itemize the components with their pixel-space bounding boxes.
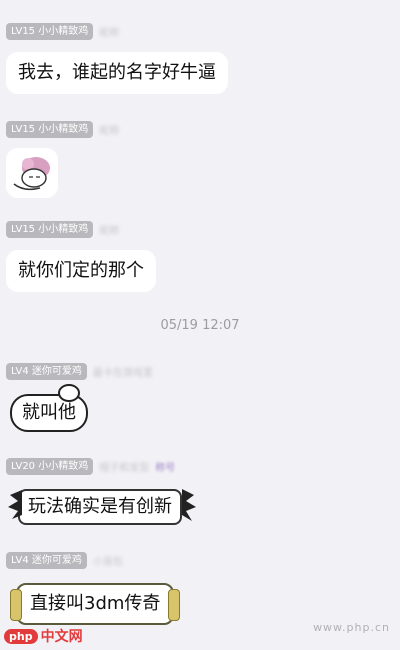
sender-nickname[interactable]: 最卡在游戏里 <box>93 364 153 379</box>
message-bubble[interactable]: 玩法确实是有创新 <box>8 489 196 525</box>
message-text: 直接叫3dm传奇 <box>30 593 161 614</box>
message-text: 玩法确实是有创新 <box>28 496 172 517</box>
cloud-deco-icon <box>58 384 80 402</box>
message-6: LV4 迷你可爱鸡 小笼包 直接叫3dm传奇 <box>6 551 181 625</box>
sender-nickname[interactable]: 小笼包 <box>93 553 123 568</box>
sender-nickname[interactable]: 帽子和发型 <box>99 459 149 474</box>
site-watermark: php 中文网 <box>4 626 83 646</box>
level-badge: LV15 小小精致鸡 <box>6 220 94 238</box>
level-badge: LV4 迷你可爱鸡 <box>6 551 87 569</box>
message-5: LV20 小小精致鸡 帽子和发型 称号 玩法确实是有创新 <box>6 457 196 525</box>
gold-frame-left-icon <box>10 589 22 621</box>
message-4: LV4 迷你可爱鸡 最卡在游戏里 就叫他 <box>6 362 153 432</box>
level-badge: LV15 小小精致鸡 <box>6 22 94 40</box>
sender-nickname[interactable]: 昵称 <box>99 24 119 39</box>
user-title-badge: 称号 <box>155 462 176 474</box>
watermark-text: 中文网 <box>40 629 83 645</box>
chat-timestamp: 05/19 12:07 <box>160 318 240 333</box>
message-3: LV15 小小精致鸡 昵称 就你们定的那个 <box>6 220 156 292</box>
wing-left-icon <box>8 490 22 519</box>
message-1: LV15 小小精致鸡 昵称 我去，谁起的名字好牛逼 <box>6 22 228 94</box>
message-bubble[interactable]: 我去，谁起的名字好牛逼 <box>6 52 228 94</box>
level-badge: LV15 小小精致鸡 <box>6 120 94 138</box>
wing-right-icon <box>182 489 196 521</box>
level-badge: LV4 迷你可爱鸡 <box>6 362 87 380</box>
message-bubble[interactable]: 就叫他 <box>10 384 88 432</box>
gold-frame-right-icon <box>168 589 181 621</box>
message-2: LV15 小小精致鸡 昵称 <box>6 120 119 202</box>
site-watermark-url: www.php.cn <box>313 621 390 634</box>
message-bubble[interactable]: 直接叫3dm传奇 <box>10 583 181 625</box>
sender-nickname[interactable]: 昵称 <box>99 222 119 237</box>
level-badge: LV20 小小精致鸡 <box>6 457 94 475</box>
message-bubble[interactable]: 就你们定的那个 <box>6 250 156 292</box>
message-text: 就叫他 <box>22 402 76 423</box>
php-logo-icon: php <box>4 628 38 644</box>
sender-nickname[interactable]: 昵称 <box>99 122 119 137</box>
anime-face-sticker[interactable] <box>6 148 58 198</box>
